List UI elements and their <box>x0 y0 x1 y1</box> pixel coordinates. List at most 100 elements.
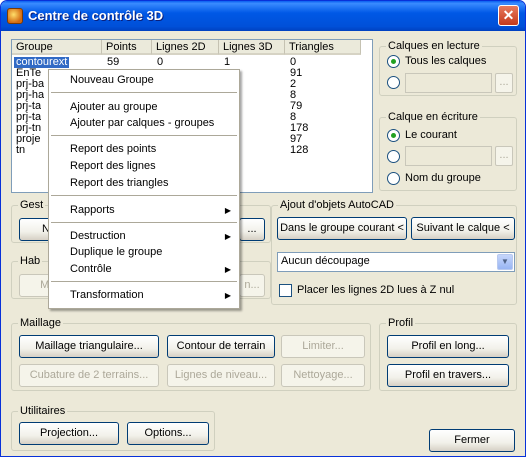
column-header-groupe[interactable]: Groupe <box>12 40 102 55</box>
cleanup-button[interactable]: Nettoyage... <box>281 364 365 387</box>
radio-current-layer[interactable] <box>387 129 400 142</box>
menu-separator <box>51 195 237 196</box>
mesh-title: Maillage <box>18 317 63 329</box>
title-bar[interactable]: Centre de contrôle 3D ✕ <box>1 1 525 31</box>
cross-profile-button[interactable]: Profil en travers... <box>387 364 509 387</box>
table-cell: 97 <box>290 134 303 145</box>
options-button[interactable]: Options... <box>127 422 209 445</box>
radio-write-layer-choice[interactable] <box>387 150 400 163</box>
menu-item-add-by-layers[interactable]: Ajouter par calques - groupes <box>49 115 239 132</box>
menu-item-label: Ajouter par calques - groupes <box>70 117 215 129</box>
terrain-contour-button[interactable]: Contour de terrain <box>167 335 275 358</box>
read-layer-browse-button[interactable]: ... <box>495 73 513 93</box>
menu-item-label: Transformation <box>70 289 144 301</box>
submenu-arrow-icon: ▶ <box>224 206 231 215</box>
menu-separator <box>51 281 237 282</box>
context-menu: Nouveau Groupe Ajouter au groupe Ajouter… <box>48 69 240 309</box>
close-icon[interactable]: ✕ <box>498 5 519 26</box>
menu-item-label: Report des points <box>70 143 157 155</box>
clipping-select[interactable]: Aucun découpage ▼ <box>277 252 515 272</box>
long-profile-button[interactable]: Profil en long... <box>387 335 509 358</box>
cubature-button[interactable]: Cubature de 2 terrains... <box>19 364 159 387</box>
read-layers-title: Calques en lecture <box>386 40 482 52</box>
submenu-arrow-icon: ▶ <box>224 265 231 274</box>
z-zero-checkbox[interactable] <box>279 284 292 297</box>
table-row[interactable]: contourext <box>14 57 70 68</box>
table-cell: 91 <box>290 68 303 79</box>
z-zero-checkbox-label: Placer les lignes 2D lues à Z nul <box>297 284 455 296</box>
table-row[interactable]: prj-ta <box>16 101 41 112</box>
autocad-import-title: Ajout d'objets AutoCAD <box>278 199 397 211</box>
table-cell: 0 <box>290 57 297 68</box>
write-layer-field[interactable] <box>405 146 492 166</box>
menu-separator <box>51 222 237 223</box>
table-row[interactable]: prj-ha <box>16 90 44 101</box>
table-cell: 128 <box>290 145 309 156</box>
menu-item-label: Report des triangles <box>70 177 169 189</box>
utilities-title: Utilitaires <box>18 405 68 417</box>
menu-item-label: Duplique le groupe <box>70 246 163 258</box>
submenu-arrow-icon: ▶ <box>224 291 231 300</box>
table-cell: 2 <box>290 79 297 90</box>
menu-item-label: Nouveau Groupe <box>70 74 154 86</box>
menu-item-label: Rapports <box>70 204 115 216</box>
table-row[interactable]: prj-tn <box>16 123 41 134</box>
column-header-triangles[interactable]: Triangles <box>285 40 361 55</box>
triangular-mesh-button[interactable]: Maillage triangulaire... <box>19 335 159 358</box>
clipping-select-value: Aucun découpage <box>281 255 370 267</box>
add-by-layer-button[interactable]: Suivant le calque < <box>411 217 515 240</box>
limit-button[interactable]: Limiter... <box>281 335 365 358</box>
menu-item-label: Ajouter au groupe <box>70 101 158 113</box>
projection-button[interactable]: Projection... <box>19 422 119 445</box>
menu-item-destruction[interactable]: Destruction ▶ <box>49 228 239 245</box>
column-header-lignes-2d[interactable]: Lignes 2D <box>152 40 219 55</box>
table-row[interactable]: tn <box>16 145 25 156</box>
contour-lines-button[interactable]: Lignes de niveau... <box>167 364 275 387</box>
add-to-current-group-button[interactable]: Dans le groupe courant < <box>277 217 407 240</box>
table-cell: 178 <box>290 123 309 134</box>
menu-item-control[interactable]: Contrôle ▶ <box>49 261 239 278</box>
radio-layer-choice[interactable] <box>387 76 400 89</box>
close-button[interactable]: Fermer <box>429 429 515 452</box>
table-cell: 8 <box>290 90 297 101</box>
table-row[interactable]: EnTe <box>16 68 41 79</box>
menu-item-report-triangles[interactable]: Report des triangles <box>49 175 239 192</box>
window-title: Centre de contrôle 3D <box>28 8 164 23</box>
menu-item-transformation[interactable]: Transformation ▶ <box>49 287 239 304</box>
menu-item-new-group[interactable]: Nouveau Groupe <box>49 72 239 89</box>
app-icon <box>7 8 23 24</box>
table-row[interactable]: prj-ba <box>16 79 44 90</box>
table-cell: 1 <box>224 57 231 68</box>
menu-item-duplicate-group[interactable]: Duplique le groupe <box>49 244 239 261</box>
table-cell: 0 <box>157 57 164 68</box>
table-cell: 79 <box>290 101 303 112</box>
menu-item-label: Contrôle <box>70 263 112 275</box>
menu-item-report-lines[interactable]: Report des lignes <box>49 158 239 175</box>
dressing-title: Hab <box>18 255 43 267</box>
table-row[interactable]: prj-ta <box>16 112 41 123</box>
submenu-arrow-icon: ▶ <box>224 232 231 241</box>
menu-separator <box>51 135 237 136</box>
radio-group-name[interactable] <box>387 172 400 185</box>
column-header-lignes-3d[interactable]: Lignes 3D <box>219 40 285 55</box>
write-layer-browse-button[interactable]: ... <box>495 146 513 166</box>
management-title: Gest <box>18 199 46 211</box>
menu-item-label: Destruction <box>70 230 126 242</box>
menu-item-label: Report des lignes <box>70 160 156 172</box>
radio-all-layers[interactable] <box>387 55 400 68</box>
read-layer-field[interactable] <box>405 73 492 93</box>
menu-separator <box>51 92 237 93</box>
table-row[interactable]: proje <box>16 134 40 145</box>
radio-all-layers-label: Tous les calques <box>405 55 487 67</box>
menu-item-add-to-group[interactable]: Ajouter au groupe <box>49 99 239 116</box>
menu-item-report-points[interactable]: Report des points <box>49 141 239 158</box>
profile-title: Profil <box>386 317 416 329</box>
control-center-window: Centre de contrôle 3D ✕ Groupe Points Li… <box>0 0 526 457</box>
menu-item-reports[interactable]: Rapports ▶ <box>49 202 239 219</box>
column-header-points[interactable]: Points <box>102 40 152 55</box>
write-layer-title: Calque en écriture <box>386 111 480 123</box>
table-cell: 59 <box>107 57 120 68</box>
chevron-down-icon[interactable]: ▼ <box>497 254 513 270</box>
management-more-button[interactable]: ... <box>239 218 265 241</box>
dressing-right-button[interactable]: n... <box>239 274 265 297</box>
